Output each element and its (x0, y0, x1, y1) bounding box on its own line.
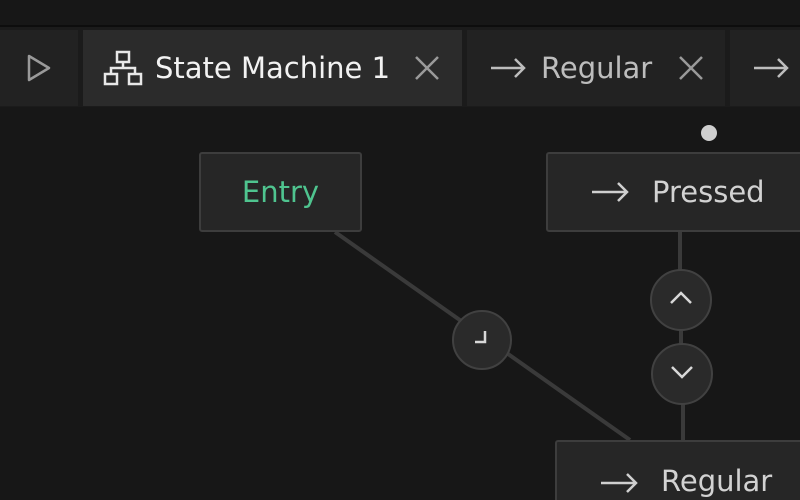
connection-dot[interactable] (701, 125, 717, 141)
close-icon[interactable] (414, 55, 440, 81)
arrow-right-icon (489, 57, 527, 79)
arrow-right-icon (752, 57, 790, 79)
transition-down[interactable] (651, 343, 713, 405)
timer-corner-icon (471, 327, 493, 353)
node-label: Regular (661, 464, 773, 498)
node-label: Entry (241, 175, 320, 209)
play-button[interactable] (0, 30, 78, 106)
state-machine-icon (103, 50, 143, 86)
transition-up[interactable] (650, 269, 712, 331)
node-pressed[interactable]: Pressed (546, 152, 800, 232)
arrow-right-icon (599, 472, 639, 494)
node-entry[interactable]: Entry (199, 152, 362, 232)
transition-entry-regular[interactable] (452, 310, 512, 370)
graph-canvas[interactable]: Entry Pressed Regular (0, 107, 800, 500)
top-bar (0, 0, 800, 27)
node-label: Pressed (652, 175, 765, 209)
tab-strip: State Machine 1 Regular (0, 27, 800, 107)
tab-label: State Machine 1 (155, 51, 391, 85)
tab-label: Regular (541, 51, 653, 85)
tab-regular[interactable]: Regular (467, 30, 725, 106)
tab-overflow[interactable] (730, 30, 800, 106)
arrow-right-icon (590, 181, 630, 203)
chevron-down-icon (670, 364, 694, 384)
node-regular[interactable]: Regular (555, 440, 800, 500)
close-icon[interactable] (678, 55, 704, 81)
chevron-up-icon (669, 290, 693, 310)
tab-state-machine-1[interactable]: State Machine 1 (83, 30, 462, 106)
play-icon (26, 53, 52, 83)
